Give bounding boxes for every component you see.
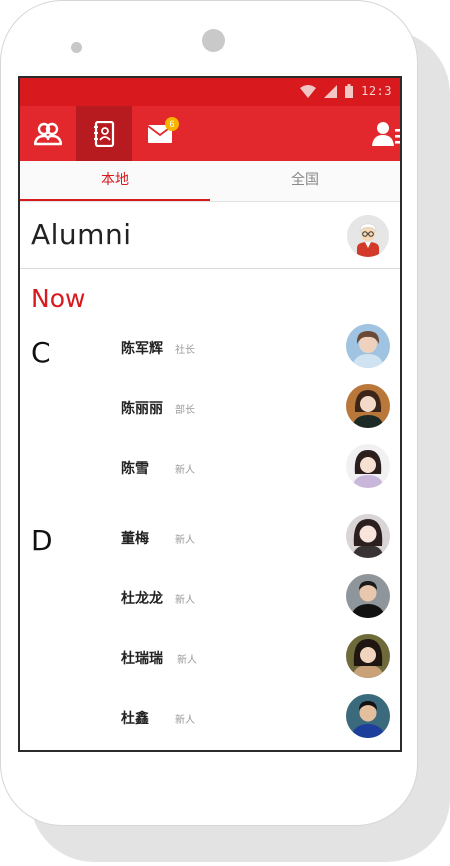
- person-role: 社长: [175, 345, 195, 356]
- person-role: 新人: [177, 655, 197, 666]
- avatar: [346, 384, 390, 428]
- page-header: Alumni: [20, 202, 400, 269]
- list-item[interactable]: 陈丽丽 部长: [20, 378, 400, 438]
- list-item[interactable]: 陈雪 新人: [20, 438, 400, 498]
- front-camera: [202, 29, 225, 52]
- avatar: [346, 634, 390, 678]
- avatar: [346, 694, 390, 738]
- person-name: 陈军辉: [121, 341, 163, 357]
- tab-contacts[interactable]: [76, 106, 132, 161]
- page-title: Alumni: [31, 218, 132, 251]
- avatar: [346, 444, 390, 488]
- section-title-now: Now: [31, 284, 86, 313]
- user-list-icon: [372, 121, 400, 146]
- address-book-icon: [94, 120, 115, 147]
- tab-friends[interactable]: [20, 106, 76, 161]
- wifi-icon: [300, 84, 317, 98]
- tab-local[interactable]: 本地: [20, 161, 210, 201]
- signal-icon: [324, 84, 338, 98]
- person-name: 陈丽丽: [121, 401, 163, 417]
- list-item[interactable]: 杜龙龙 新人: [20, 568, 400, 628]
- user-list-button[interactable]: [362, 106, 400, 161]
- avatar: [346, 514, 390, 558]
- status-bar: 12:3: [20, 78, 400, 106]
- avatar: [346, 324, 390, 368]
- person-name: 杜龙龙: [121, 591, 163, 607]
- list-item[interactable]: 董梅 新人: [20, 508, 400, 568]
- professor-avatar[interactable]: [347, 215, 389, 257]
- person-name: 杜鑫: [121, 711, 149, 727]
- list-item[interactable]: 杜鑫 新人: [20, 688, 400, 748]
- person-name: 杜瑞瑞: [121, 651, 163, 667]
- person-role: 部长: [175, 405, 195, 416]
- app-bar: 6: [20, 106, 400, 161]
- list-item[interactable]: 杜瑞瑞 新人: [20, 628, 400, 688]
- person-role: 新人: [175, 465, 195, 476]
- person-name: 陈雪: [121, 461, 149, 477]
- people-icon: [34, 122, 62, 145]
- region-tabs: 本地 全国: [20, 161, 400, 202]
- status-icons: 12:3: [300, 84, 392, 98]
- tab-messages[interactable]: 6: [132, 106, 188, 161]
- battery-icon: [345, 84, 354, 98]
- list-item[interactable]: 陈军辉 社长: [20, 318, 400, 378]
- tab-indicator: [20, 199, 210, 201]
- tab-national[interactable]: 全国: [210, 161, 400, 201]
- person-role: 新人: [175, 535, 195, 546]
- person-name: 董梅: [121, 531, 149, 547]
- status-clock: 12:3: [361, 84, 392, 98]
- person-role: 新人: [175, 595, 195, 606]
- app-screen: 12:3 6 本地 全国 Alumni Now C 陈军辉 社长 陈丽丽 部长 …: [18, 76, 402, 752]
- proximity-sensor: [71, 42, 82, 53]
- avatar: [346, 574, 390, 618]
- message-count-badge: 6: [165, 117, 179, 131]
- person-role: 新人: [175, 715, 195, 726]
